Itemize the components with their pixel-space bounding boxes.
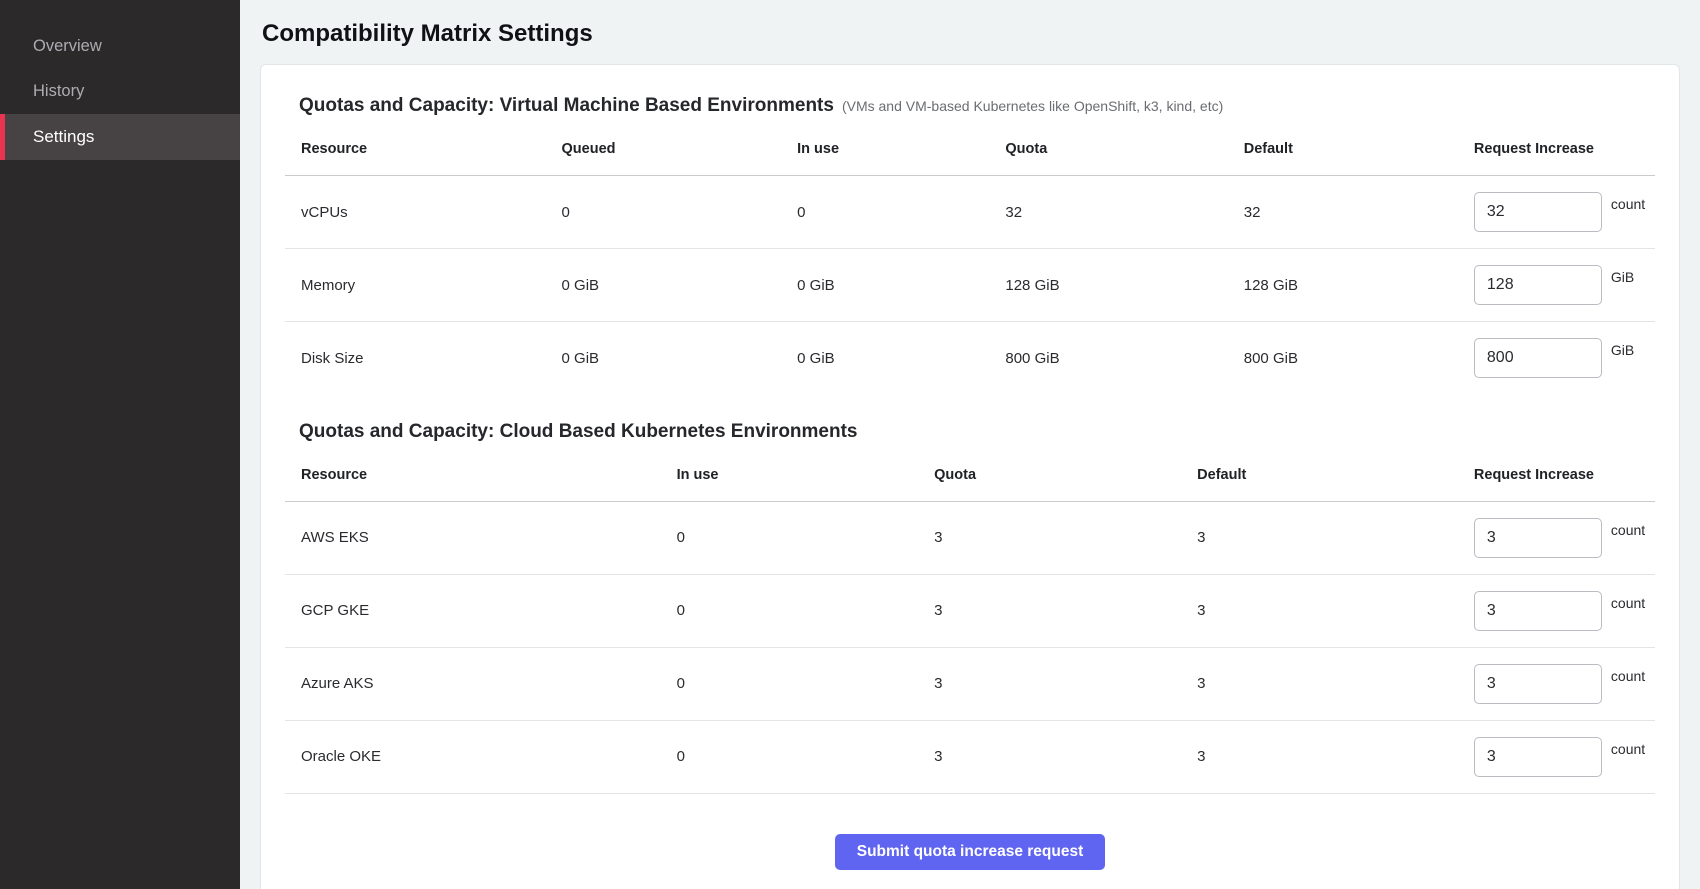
request-increase-cell: count (1474, 518, 1647, 558)
default-value: 800 GiB (1236, 322, 1466, 395)
column-header-in-use: In use (789, 127, 997, 176)
in-use-value: 0 (669, 647, 927, 720)
resource-name: Memory (285, 249, 554, 322)
request-increase-cell: count (1474, 591, 1647, 631)
default-value: 3 (1189, 501, 1466, 574)
sidebar-item-history[interactable]: History (0, 69, 240, 114)
column-header-request-increase: Request Increase (1466, 127, 1655, 176)
column-header-in-use: In use (669, 453, 927, 502)
column-header-default: Default (1236, 127, 1466, 176)
resource-name: vCPUs (285, 176, 554, 249)
submit-quota-increase-button[interactable]: Submit quota increase request (835, 834, 1106, 870)
request-increase-cell: GiB (1474, 338, 1647, 378)
table-row-oracle-oke: Oracle OKE 0 3 3 count (285, 720, 1655, 793)
quota-value: 32 (997, 176, 1235, 249)
unit-label: GiB (1611, 342, 1634, 358)
request-increase-cell: count (1474, 192, 1647, 232)
vm-section-subtitle: (VMs and VM-based Kubernetes like OpenSh… (842, 98, 1223, 114)
column-header-default: Default (1189, 453, 1466, 502)
column-header-quota: Quota (997, 127, 1235, 176)
default-value: 32 (1236, 176, 1466, 249)
resource-name: Oracle OKE (285, 720, 669, 793)
default-value: 3 (1189, 647, 1466, 720)
quota-value: 3 (926, 501, 1189, 574)
submit-row: Submit quota increase request (285, 834, 1655, 870)
vm-section-title-text: Quotas and Capacity: Virtual Machine Bas… (299, 95, 834, 116)
table-row-aws-eks: AWS EKS 0 3 3 count (285, 501, 1655, 574)
in-use-value: 0 (669, 720, 927, 793)
column-header-queued: Queued (554, 127, 790, 176)
table-row-memory: Memory 0 GiB 0 GiB 128 GiB 128 GiB GiB (285, 249, 1655, 322)
default-value: 128 GiB (1236, 249, 1466, 322)
settings-card: Quotas and Capacity: Virtual Machine Bas… (260, 64, 1680, 889)
quota-value: 128 GiB (997, 249, 1235, 322)
queued-value: 0 GiB (554, 249, 790, 322)
oracle-oke-request-input[interactable] (1474, 737, 1602, 777)
in-use-value: 0 GiB (789, 249, 997, 322)
column-header-request-increase: Request Increase (1466, 453, 1655, 502)
resource-name: GCP GKE (285, 574, 669, 647)
unit-label: GiB (1611, 269, 1634, 285)
default-value: 3 (1189, 574, 1466, 647)
sidebar-item-overview[interactable]: Overview (0, 24, 240, 69)
in-use-value: 0 (669, 501, 927, 574)
resource-name: AWS EKS (285, 501, 669, 574)
table-row-disk-size: Disk Size 0 GiB 0 GiB 800 GiB 800 GiB Gi… (285, 322, 1655, 395)
queued-value: 0 (554, 176, 790, 249)
sidebar-item-settings[interactable]: Settings (0, 114, 240, 160)
unit-label: count (1611, 522, 1645, 538)
request-increase-cell: count (1474, 664, 1647, 704)
default-value: 3 (1189, 720, 1466, 793)
page-title: Compatibility Matrix Settings (262, 20, 1680, 48)
gcp-gke-request-input[interactable] (1474, 591, 1602, 631)
unit-label: count (1611, 196, 1645, 212)
quota-value: 800 GiB (997, 322, 1235, 395)
unit-label: count (1611, 668, 1645, 684)
azure-aks-request-input[interactable] (1474, 664, 1602, 704)
table-row-gcp-gke: GCP GKE 0 3 3 count (285, 574, 1655, 647)
table-row-vcpus: vCPUs 0 0 32 32 count (285, 176, 1655, 249)
quota-value: 3 (926, 574, 1189, 647)
cloud-table-header-row: Resource In use Quota Default Request In… (285, 453, 1655, 502)
unit-label: count (1611, 595, 1645, 611)
cloud-section-title: Quotas and Capacity: Cloud Based Kuberne… (285, 421, 1655, 443)
resource-name: Azure AKS (285, 647, 669, 720)
disk-size-request-input[interactable] (1474, 338, 1602, 378)
column-header-resource: Resource (285, 453, 669, 502)
quota-value: 3 (926, 647, 1189, 720)
memory-request-input[interactable] (1474, 265, 1602, 305)
vcpus-request-input[interactable] (1474, 192, 1602, 232)
in-use-value: 0 (669, 574, 927, 647)
column-header-quota: Quota (926, 453, 1189, 502)
request-increase-cell: count (1474, 737, 1647, 777)
queued-value: 0 GiB (554, 322, 790, 395)
in-use-value: 0 GiB (789, 322, 997, 395)
vm-section-title: Quotas and Capacity: Virtual Machine Bas… (285, 95, 1655, 117)
in-use-value: 0 (789, 176, 997, 249)
request-increase-cell: GiB (1474, 265, 1647, 305)
aws-eks-request-input[interactable] (1474, 518, 1602, 558)
quota-value: 3 (926, 720, 1189, 793)
column-header-resource: Resource (285, 127, 554, 176)
main-content: Compatibility Matrix Settings Quotas and… (240, 0, 1700, 889)
vm-quota-table: Resource Queued In use Quota Default Req… (285, 127, 1655, 395)
vm-table-header-row: Resource Queued In use Quota Default Req… (285, 127, 1655, 176)
resource-name: Disk Size (285, 322, 554, 395)
cloud-quota-table: Resource In use Quota Default Request In… (285, 453, 1655, 794)
table-row-azure-aks: Azure AKS 0 3 3 count (285, 647, 1655, 720)
sidebar: Overview History Settings (0, 0, 240, 889)
unit-label: count (1611, 741, 1645, 757)
